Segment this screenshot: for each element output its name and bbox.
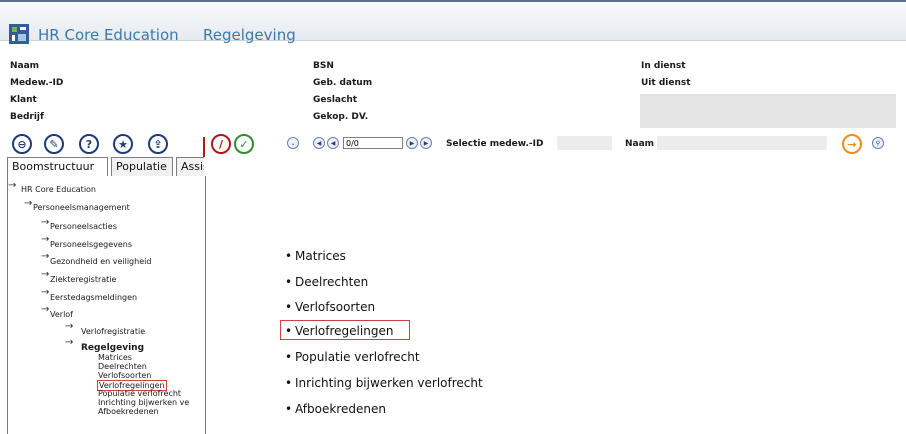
- tree-regelgeving[interactable]: Regelgeving: [81, 343, 144, 353]
- search-icon[interactable]: ⚲: [872, 137, 884, 149]
- arrow-icon: →: [41, 304, 50, 315]
- selectie-medew-id-label: Selectie medew.-ID: [446, 139, 544, 149]
- last-record-icon[interactable]: ▶: [420, 137, 432, 149]
- tree-panel: → HR Core Education → Personeelsmanageme…: [7, 176, 206, 434]
- record-nav-input[interactable]: [343, 137, 403, 149]
- star-icon[interactable]: ★: [113, 134, 133, 154]
- minus-circle-icon[interactable]: ⊖: [12, 134, 32, 154]
- label-bsn: BSN: [313, 61, 334, 71]
- main-link-populatie-verlofrecht[interactable]: Populatie verlofrecht: [295, 350, 420, 364]
- arrow-icon: →: [41, 269, 50, 280]
- toolbar-divider: [203, 137, 205, 157]
- arrow-icon: →: [41, 287, 50, 298]
- info-panel-box: [640, 94, 896, 128]
- prev-record-icon[interactable]: ◀: [327, 137, 339, 149]
- main-link-matrices[interactable]: Matrices: [295, 249, 346, 263]
- pin-icon[interactable]: ✎: [44, 134, 64, 154]
- label-naam: Naam: [10, 61, 40, 71]
- label-medew-id: Medew.-ID: [10, 78, 64, 88]
- help-icon[interactable]: ?: [79, 134, 99, 154]
- upload-icon[interactable]: ⇪: [148, 134, 168, 154]
- main-link-afboekredenen[interactable]: Afboekredenen: [295, 402, 386, 416]
- bullet: •: [285, 350, 293, 364]
- label-klant: Klant: [10, 95, 37, 105]
- arrow-icon: →: [24, 198, 33, 209]
- arrow-icon: →: [8, 180, 17, 191]
- arrow-icon: →: [41, 217, 50, 228]
- medew-id-input[interactable]: [557, 136, 612, 150]
- check-icon[interactable]: ✓: [234, 134, 254, 154]
- label-geb-datum: Geb. datum: [313, 78, 373, 88]
- arrow-icon: →: [65, 337, 74, 348]
- tree-child-verlofsoorten[interactable]: Verlofsoorten: [98, 371, 151, 380]
- arrow-icon: →: [65, 321, 74, 332]
- main-link-deelrechten[interactable]: Deelrechten: [295, 275, 368, 289]
- tree-child-inrichting[interactable]: Inrichting bijwerken ve: [98, 398, 189, 407]
- tree-eerstedagsmeldingen[interactable]: Eerstedagsmeldingen: [50, 293, 137, 302]
- arrow-icon: →: [41, 251, 50, 262]
- label-geslacht: Geslacht: [313, 95, 358, 105]
- naam-search-label: Naam: [625, 139, 655, 149]
- page-title: Regelgeving: [203, 26, 296, 44]
- app-title: HR Core Education: [38, 26, 179, 44]
- naam-input[interactable]: [657, 136, 827, 150]
- label-in-dienst: In dienst: [641, 61, 686, 71]
- tree-verlofregistratie[interactable]: Verlofregistratie: [81, 327, 145, 336]
- bullet: •: [285, 402, 293, 416]
- tree-gezondheid[interactable]: Gezondheid en veiligheid: [50, 257, 151, 266]
- tree-ziekteregistratie[interactable]: Ziekteregistratie: [50, 275, 116, 284]
- main-link-inrichting[interactable]: Inrichting bijwerken verlofrecht: [295, 376, 483, 390]
- label-uit-dienst: Uit dienst: [641, 78, 691, 88]
- tree-personeelsgegevens[interactable]: Personeelsgegevens: [50, 240, 132, 249]
- tree-child-matrices[interactable]: Matrices: [98, 353, 132, 362]
- label-bedrijf: Bedrijf: [10, 112, 44, 122]
- app-logo-icon: [9, 24, 29, 44]
- main-link-verlofsoorten[interactable]: Verlofsoorten: [295, 300, 375, 314]
- tree-personeelsacties[interactable]: Personeelsacties: [50, 222, 117, 231]
- tree-personeelsmanagement[interactable]: Personeelsmanagement: [33, 203, 130, 212]
- app-window: HR Core Education Regelgeving Naam Medew…: [0, 0, 906, 434]
- tree-child-deelrechten[interactable]: Deelrechten: [98, 362, 147, 371]
- tree-child-afboekredenen[interactable]: Afboekredenen: [98, 407, 159, 416]
- tab-assistent[interactable]: Assis: [176, 157, 204, 176]
- chevron-down-icon[interactable]: ⌄: [287, 137, 299, 149]
- bullet: •: [285, 249, 293, 263]
- tree-verlof[interactable]: Verlof: [50, 310, 73, 319]
- main-link-verlofregelingen[interactable]: Verlofregelingen: [295, 324, 393, 338]
- edit-icon[interactable]: /: [211, 134, 231, 154]
- tree-child-populatie-verlofrecht[interactable]: Populatie verlofrecht: [98, 389, 181, 398]
- tree-root[interactable]: HR Core Education: [21, 185, 96, 194]
- label-gekop-dv: Gekop. DV.: [313, 112, 369, 122]
- tab-bar: Boomstructuur Populatie Assis: [7, 157, 204, 177]
- next-record-icon[interactable]: ▶: [406, 137, 418, 149]
- bullet: •: [285, 300, 293, 314]
- bullet: •: [285, 324, 293, 338]
- bullet: •: [285, 275, 293, 289]
- first-record-icon[interactable]: ◀: [313, 137, 325, 149]
- tab-boomstructuur[interactable]: Boomstructuur: [7, 157, 108, 176]
- go-arrow-icon[interactable]: →: [842, 134, 862, 154]
- bullet: •: [285, 376, 293, 390]
- arrow-icon: →: [41, 234, 50, 245]
- tab-populatie[interactable]: Populatie: [111, 157, 173, 176]
